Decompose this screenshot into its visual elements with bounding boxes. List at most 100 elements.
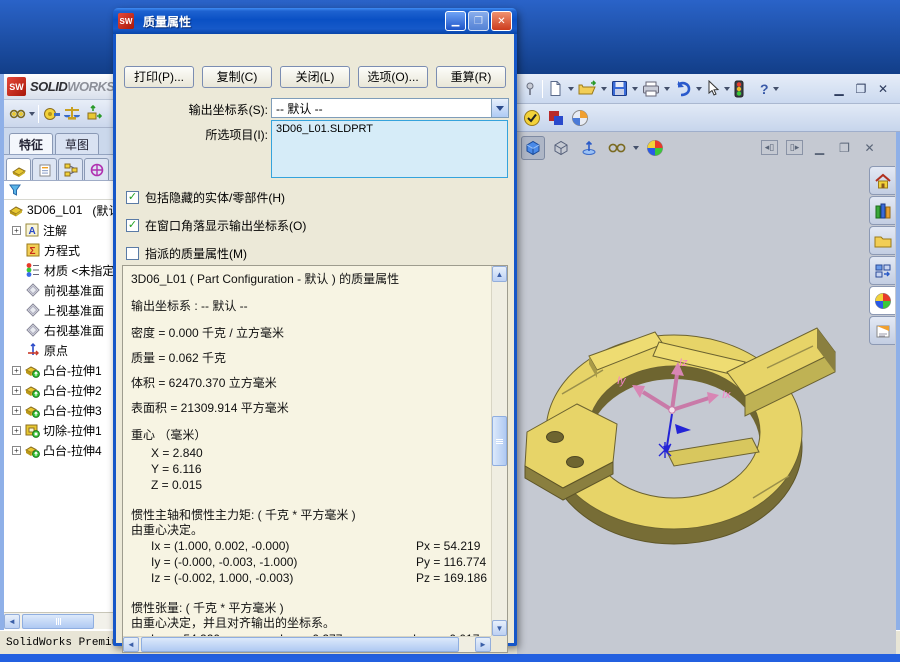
realview-sphere-icon[interactable] (643, 136, 667, 160)
close-icon[interactable]: ✕ (861, 140, 878, 155)
scroll-thumb[interactable] (492, 416, 507, 466)
chevron-down-icon[interactable] (601, 87, 607, 91)
minimize-icon[interactable]: ▁ (830, 82, 848, 96)
include-hidden-bodies-checkbox[interactable]: ✓包括隐藏的实体/零部件(H) (126, 189, 285, 205)
assigned-mass-properties-checkbox[interactable]: 指派的质量属性(M) (126, 245, 247, 261)
restore-icon[interactable]: ❐ (836, 140, 853, 155)
chevron-down-icon[interactable] (633, 146, 639, 150)
chevron-down-icon[interactable] (29, 112, 35, 116)
print-icon[interactable] (642, 81, 660, 97)
chevron-down-icon[interactable] (724, 87, 730, 91)
tree-item-feature-11[interactable]: +切除-拉伸1 (4, 420, 113, 440)
expand-icon[interactable]: + (12, 446, 21, 455)
recalculate-button[interactable]: 重算(R) (436, 66, 506, 88)
dialog-titlebar[interactable]: SW 质量属性 ▁ ❐ ✕ (113, 8, 517, 34)
checkbox-checked-icon[interactable]: ✓ (126, 219, 139, 232)
print-button[interactable]: 打印(P)... (124, 66, 194, 88)
copy-button[interactable]: 复制(C) (202, 66, 272, 88)
library-folder-icon[interactable] (869, 226, 895, 255)
scroll-thumb[interactable] (141, 637, 459, 652)
expand-icon[interactable]: + (12, 406, 21, 415)
sketch-squares-icon[interactable] (547, 109, 565, 127)
tree-horizontal-scrollbar[interactable]: ◄ (4, 612, 113, 629)
results-horizontal-scrollbar[interactable]: ◄ ► (123, 636, 491, 652)
undo-icon[interactable] (674, 81, 692, 97)
selected-items-field[interactable]: 3D06_L01.SLDPRT (271, 120, 508, 178)
tree-item-feature-8[interactable]: +凸台-拉伸1 (4, 360, 113, 380)
chevron-down-icon[interactable] (696, 87, 702, 91)
realview-sphere-icon[interactable] (869, 286, 895, 315)
save-icon[interactable] (611, 80, 628, 97)
file-explorer-icon[interactable] (869, 256, 895, 285)
tree-item-feature-7[interactable]: 原点 (4, 340, 113, 360)
chevron-down-icon[interactable] (773, 87, 779, 91)
tree-item-feature-4[interactable]: 前视基准面 (4, 280, 113, 300)
scroll-left-button[interactable]: ◄ (4, 614, 20, 629)
expand-icon[interactable]: + (12, 226, 21, 235)
chevron-down-icon[interactable] (632, 87, 638, 91)
select-cursor-icon[interactable] (706, 80, 720, 97)
shaded-view-icon[interactable] (521, 136, 545, 160)
wireframe-view-icon[interactable] (549, 136, 573, 160)
graphics-viewport[interactable]: Iz Iy Ix ◂▯ ▯▸ ▁ ❐ ✕ (517, 132, 896, 654)
show-output-coordinate-checkbox[interactable]: ✓在窗口角落显示输出坐标系(O) (126, 217, 306, 233)
measure-icon[interactable] (42, 105, 60, 123)
resources-icon[interactable] (869, 196, 895, 225)
open-icon[interactable] (578, 80, 597, 97)
expand-icon[interactable]: + (12, 386, 21, 395)
move-icon[interactable] (84, 105, 102, 123)
close-icon[interactable]: ✕ (491, 11, 512, 31)
scroll-up-button[interactable]: ▲ (492, 266, 507, 282)
checkbox-checked-icon[interactable]: ✓ (126, 191, 139, 204)
help-icon[interactable]: ? (760, 81, 769, 97)
options-button[interactable]: 选项(O)... (358, 66, 428, 88)
close-button[interactable]: 关闭(L) (280, 66, 350, 88)
ok-check-icon[interactable] (523, 109, 541, 127)
close-icon[interactable]: ✕ (874, 82, 892, 96)
tab-property-manager[interactable] (32, 158, 57, 180)
output-coordinate-combobox[interactable]: -- 默认 -- (271, 98, 509, 118)
mass-properties-icon[interactable] (63, 105, 81, 123)
scroll-right-button[interactable]: ► (475, 637, 491, 652)
scroll-left-button[interactable]: ◄ (123, 637, 139, 652)
tree-item-feature-6[interactable]: 右视基准面 (4, 320, 113, 340)
tree-item-feature-12[interactable]: +凸台-拉伸4 (4, 440, 113, 460)
scroll-thumb[interactable] (22, 614, 94, 629)
checkbox-unchecked-icon[interactable] (126, 247, 139, 260)
results-vertical-scrollbar[interactable]: ▲ ▼ (491, 266, 507, 636)
appearances-icon[interactable] (869, 316, 895, 345)
home-icon[interactable] (869, 166, 895, 195)
chevron-down-icon[interactable] (664, 87, 670, 91)
scroll-down-button[interactable]: ▼ (492, 620, 507, 636)
rebuild-trafficlight-icon[interactable] (734, 80, 744, 98)
view-settings-icon[interactable] (8, 105, 26, 123)
next-view-icon[interactable]: ▯▸ (786, 140, 803, 155)
tree-item-feature-1[interactable]: +A注解 (4, 220, 113, 240)
previous-view-icon[interactable]: ◂▯ (761, 140, 778, 155)
chevron-down-icon[interactable] (568, 87, 574, 91)
tab-sketch[interactable]: 草图 (55, 133, 99, 154)
section-axis-icon[interactable] (577, 136, 601, 160)
tree-item-feature-10[interactable]: +凸台-拉伸3 (4, 400, 113, 420)
restore-icon[interactable]: ❐ (852, 82, 870, 96)
tree-item-feature-9[interactable]: +凸台-拉伸2 (4, 380, 113, 400)
tree-filter-bar[interactable] (4, 181, 113, 200)
tab-features[interactable]: 特征 (9, 133, 53, 154)
view-settings-glasses-icon[interactable] (605, 136, 629, 160)
tree-item-feature-5[interactable]: 上视基准面 (4, 300, 113, 320)
combobox-drop-button[interactable] (491, 99, 508, 117)
tab-feature-tree[interactable] (6, 158, 31, 180)
new-document-icon[interactable] (547, 80, 564, 97)
tree-item-part-root[interactable]: 3D06_L01(默认 (4, 200, 113, 220)
tab-dimxpert[interactable] (84, 158, 109, 180)
tree-item-feature-3[interactable]: 材质 <未指定 (4, 260, 113, 280)
render-sphere-icon[interactable] (571, 109, 589, 127)
pin-icon[interactable] (522, 81, 538, 97)
tab-configuration-manager[interactable] (58, 158, 83, 180)
restore-icon[interactable]: ❐ (468, 11, 489, 31)
expand-icon[interactable]: + (12, 426, 21, 435)
expand-icon[interactable]: + (12, 366, 21, 375)
minimize-icon[interactable]: ▁ (811, 140, 828, 155)
tree-item-feature-2[interactable]: Σ方程式 (4, 240, 113, 260)
minimize-icon[interactable]: ▁ (445, 11, 466, 31)
